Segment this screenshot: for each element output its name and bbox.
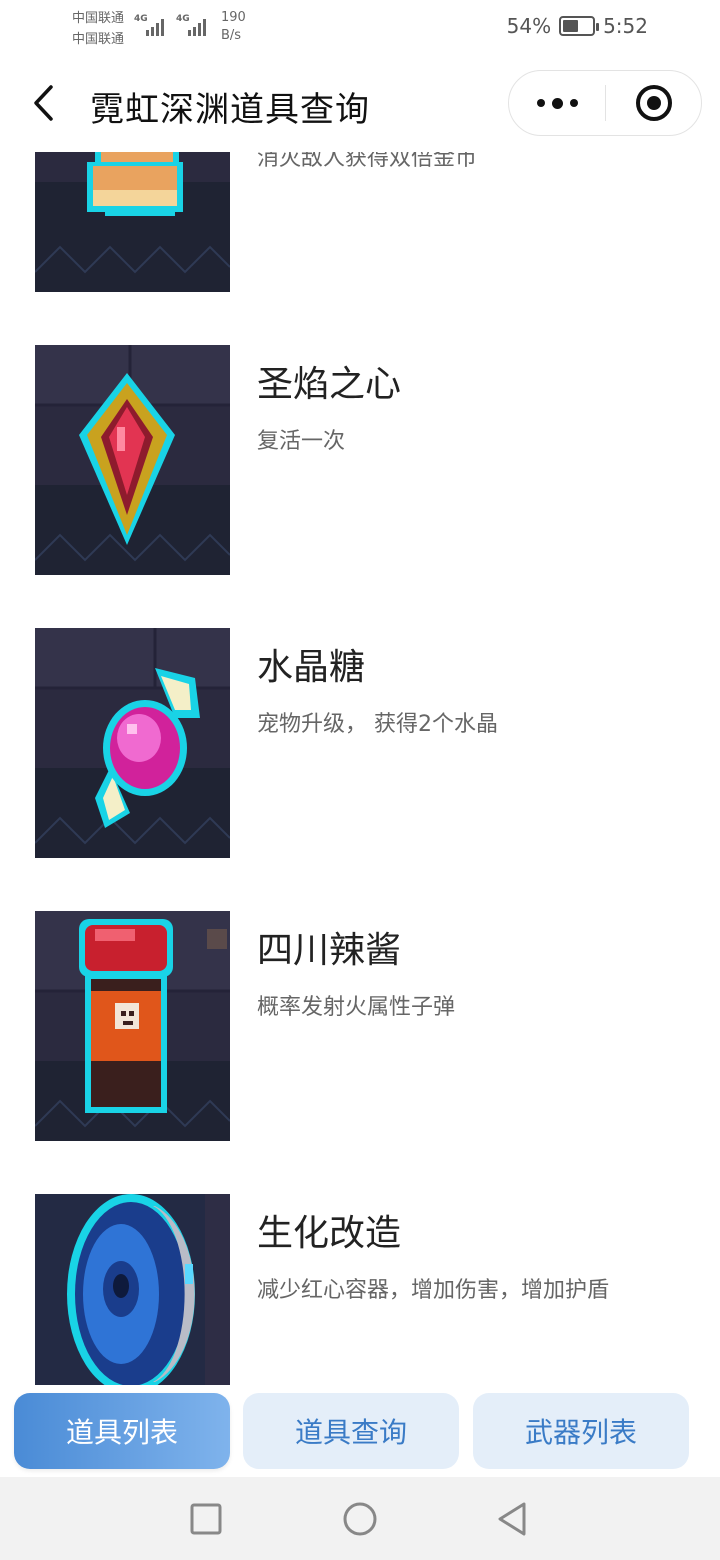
signal-icon: 4G xyxy=(176,14,210,36)
triangle-back-icon xyxy=(498,1502,526,1536)
network-speed: 190 B/s xyxy=(221,10,246,43)
item-name: 圣焰之心 xyxy=(257,364,402,405)
list-item[interactable]: 四川辣酱 概率发射火属性子弹 xyxy=(0,911,720,1141)
mini-program-capsule xyxy=(508,70,702,136)
page-title: 霓虹深渊道具查询 xyxy=(90,90,370,130)
item-thumbnail xyxy=(35,911,230,1141)
clock: 5:52 xyxy=(603,14,648,38)
list-item[interactable]: 消灭敌人获得双倍金币 xyxy=(0,152,720,292)
item-description: 复活一次 xyxy=(257,429,346,454)
pink-candy-icon xyxy=(35,628,230,858)
battery-icon xyxy=(559,16,600,36)
back-button[interactable] xyxy=(20,78,68,128)
home-button[interactable] xyxy=(338,1497,382,1541)
item-description: 消灭敌人获得双倍金币 xyxy=(257,152,478,171)
more-dots-icon xyxy=(536,99,545,107)
signal-indicators: 4G 4G xyxy=(134,14,210,36)
tab-weapon-list[interactable]: 武器列表 xyxy=(473,1393,689,1469)
battery-percent: 54% xyxy=(506,14,552,38)
golden-glove-icon xyxy=(35,152,230,292)
item-name: 生化改造 xyxy=(257,1213,402,1254)
item-thumbnail xyxy=(35,345,230,575)
title-bar: 霓虹深渊道具查询 xyxy=(0,56,720,152)
item-description: 概率发射火属性子弹 xyxy=(257,995,456,1020)
red-gem-icon xyxy=(35,345,230,575)
item-name: 水晶糖 xyxy=(257,647,366,688)
item-description: 宠物升级， 获得2个水晶 xyxy=(257,712,498,737)
carrier-names: 中国联通 中国联通 xyxy=(72,8,124,50)
status-bar: 中国联通 中国联通 4G 4G 190 B/s 54% 5:52 xyxy=(0,0,720,56)
circle-home-icon xyxy=(343,1502,377,1536)
chevron-left-icon xyxy=(34,85,53,121)
close-mini-program-button[interactable] xyxy=(606,71,701,135)
tab-item-list[interactable]: 道具列表 xyxy=(14,1393,230,1469)
item-thumbnail xyxy=(35,1194,230,1385)
item-description: 减少红心容器，增加伤害，增加护盾 xyxy=(257,1278,610,1303)
status-right: 54% 5:52 xyxy=(507,14,648,38)
list-item[interactable]: 生化改造 减少红心容器，增加伤害，增加护盾 xyxy=(0,1194,720,1385)
chili-sauce-bottle-icon xyxy=(35,911,230,1141)
recents-button[interactable] xyxy=(184,1497,228,1541)
list-item[interactable]: 水晶糖 宠物升级， 获得2个水晶 xyxy=(0,628,720,858)
item-name: 四川辣酱 xyxy=(257,930,402,971)
item-thumbnail xyxy=(35,628,230,858)
bottom-tab-bar: 道具列表 道具查询 武器列表 xyxy=(0,1385,720,1477)
list-item[interactable]: 圣焰之心 复活一次 xyxy=(0,345,720,575)
target-circle-icon xyxy=(635,85,672,121)
bionic-eye-icon xyxy=(35,1194,230,1385)
square-recents-icon xyxy=(190,1503,222,1535)
item-thumbnail xyxy=(35,152,230,292)
system-navigation-bar xyxy=(0,1477,720,1560)
tab-item-search[interactable]: 道具查询 xyxy=(243,1393,459,1469)
item-list[interactable]: 消灭敌人获得双倍金币 圣焰之心 复活一次 水晶糖 宠物升级， 获得2个水晶 四川… xyxy=(0,152,720,1385)
signal-icon: 4G xyxy=(134,14,168,36)
back-nav-button[interactable] xyxy=(490,1497,534,1541)
more-menu-button[interactable] xyxy=(509,71,605,135)
carrier-2: 中国联通 xyxy=(72,32,125,47)
carrier-1: 中国联通 xyxy=(72,11,125,26)
